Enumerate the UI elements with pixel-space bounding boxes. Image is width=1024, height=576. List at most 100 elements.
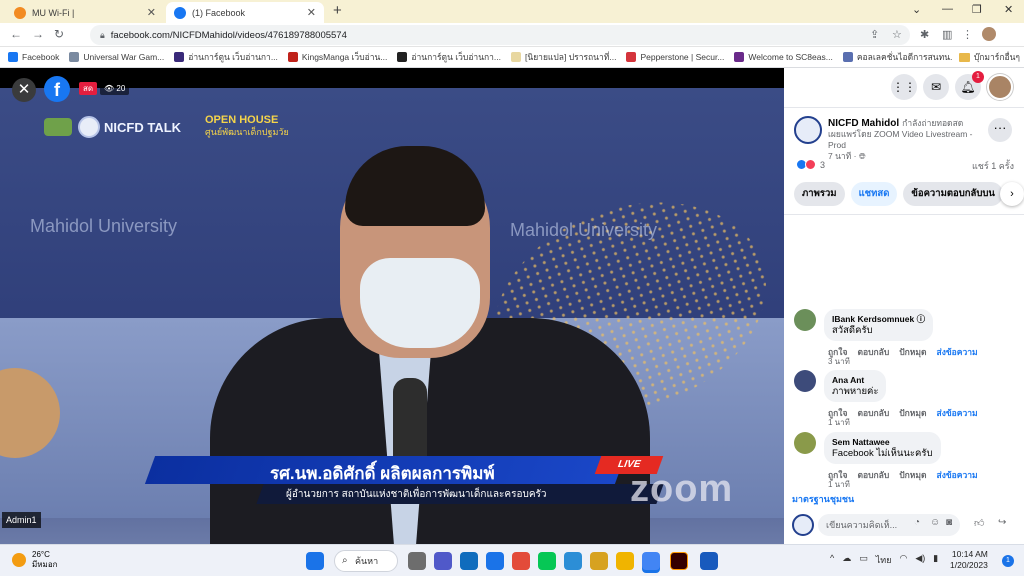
- send-message-link[interactable]: ส่งข้อความ: [937, 345, 978, 359]
- chevron-down-icon[interactable]: ⌄: [912, 3, 921, 16]
- backdrop-text: Mahidol University: [510, 220, 658, 240]
- tab-mu-wifi[interactable]: MU Wi-Fi | ✕: [6, 2, 164, 23]
- new-tab-button[interactable]: +: [333, 2, 342, 19]
- bookmark-item[interactable]: Universal War Gam...: [69, 52, 164, 62]
- line-icon[interactable]: [538, 552, 556, 570]
- close-tab-icon[interactable]: ✕: [147, 6, 156, 19]
- clock[interactable]: 10:14 AM 1/20/2023: [950, 549, 988, 571]
- reply-link[interactable]: ตอบกลับ: [857, 468, 889, 482]
- word-icon[interactable]: [700, 552, 718, 570]
- chat-site-icon: [842, 52, 853, 62]
- facebook-logo-icon[interactable]: f: [44, 76, 70, 102]
- task-view-icon[interactable]: [408, 552, 426, 570]
- url-text: facebook.com/NICFDMahidol/videos/4761897…: [110, 29, 347, 41]
- speaker-title: ผู้อำนวยการ สถาบันแห่งชาติเพื่อการพัฒนาเ…: [286, 489, 547, 500]
- close-window-icon[interactable]: ✕: [1004, 3, 1013, 16]
- bookmark-item[interactable]: Welcome to SC8eas...: [734, 52, 833, 62]
- menu-grid-icon[interactable]: ⋮⋮: [891, 74, 917, 100]
- share-count[interactable]: แชร์ 1 ครั้ง: [972, 159, 1014, 173]
- edge-icon[interactable]: [564, 552, 582, 570]
- bookmark-item[interactable]: อ่านการ์ตูน เว็บอ่านกา...: [397, 50, 501, 64]
- account-avatar[interactable]: [987, 74, 1013, 100]
- back-icon[interactable]: ←: [10, 27, 22, 41]
- send-message-link[interactable]: ส่งข้อความ: [937, 468, 978, 482]
- restore-icon[interactable]: ❐: [972, 3, 982, 16]
- file-explorer-icon[interactable]: [616, 552, 634, 570]
- start-icon[interactable]: [306, 552, 324, 570]
- live-video-player[interactable]: Mahidol University Mahidol University รศ…: [0, 68, 784, 544]
- other-bookmarks-folder[interactable]: บุ๊กมาร์กอื่นๆ: [952, 50, 1020, 64]
- reload-icon[interactable]: ↻: [54, 27, 64, 41]
- tab-facebook[interactable]: (1) Facebook ✕: [166, 2, 324, 23]
- bookmark-item[interactable]: อ่านการ์ตูน เว็บอ่านกา...: [174, 50, 278, 64]
- bookmarks-bar: Facebook Universal War Gam... อ่านการ์ตู…: [0, 47, 1024, 68]
- share-icon[interactable]: ⇪: [870, 28, 879, 41]
- reply-link[interactable]: ตอบกลับ: [857, 406, 889, 420]
- taskbar-search[interactable]: ⌕ ค้นหา: [334, 550, 398, 572]
- commenter-avatar[interactable]: [794, 370, 816, 392]
- forward-icon[interactable]: →: [32, 27, 44, 41]
- commenter-name[interactable]: Sem Nattawee: [832, 436, 933, 448]
- commenter-name[interactable]: IBank Kerdsomnuek ⓘ: [832, 313, 925, 325]
- bookmark-item[interactable]: Facebook: [8, 52, 59, 62]
- community-standards-link[interactable]: มาตรฐานชุมชน: [792, 492, 854, 506]
- sticker-icon[interactable]: ◔: [914, 517, 920, 528]
- weather-widget[interactable]: 26°C มีหมอก: [12, 550, 57, 570]
- tab-replies[interactable]: ข้อความตอบกลับบน: [903, 182, 1003, 206]
- pin-link[interactable]: ปักหมุด: [899, 406, 926, 420]
- chevron-right-icon[interactable]: ›: [1000, 182, 1024, 206]
- bookmark-item[interactable]: คอลเลคชั่นไอดีการสนทน...: [842, 50, 957, 64]
- illustrator-icon[interactable]: [670, 552, 688, 570]
- cloud-icon[interactable]: ☁: [842, 553, 851, 567]
- bookmark-item[interactable]: KingsManga เว็บอ่าน...: [287, 50, 387, 64]
- language-indicator[interactable]: ไทย: [876, 553, 892, 567]
- extensions-icon[interactable]: ✱: [920, 28, 929, 41]
- comment-text: Facebook ไม่เห็นนะครับ: [832, 448, 933, 459]
- pin-link[interactable]: ปักหมุด: [899, 345, 926, 359]
- publisher: เผยแพร่โดย ZOOM Video Livestream - Prod: [828, 129, 973, 150]
- notification-center-icon[interactable]: 1: [1002, 555, 1014, 567]
- like-thumb-icon[interactable]: 👍︎: [974, 517, 984, 529]
- menu-dots-icon[interactable]: ⋮: [962, 28, 973, 41]
- tab-live-chat[interactable]: แชทสด: [850, 182, 898, 206]
- send-message-link[interactable]: ส่งข้อความ: [937, 406, 978, 420]
- address-bar[interactable]: 🔒︎ facebook.com/NICFDMahidol/videos/4761…: [90, 25, 910, 45]
- chrome-icon[interactable]: [642, 552, 660, 570]
- comment-bubble: IBank Kerdsomnuek ⓘ สวัสดีครับ: [824, 309, 934, 341]
- bookmark-item[interactable]: [นิยายแปล] ปรารถนาที่...: [511, 50, 616, 64]
- reaction-summary[interactable]: 3: [796, 159, 825, 170]
- clock-date: 1/20/2023: [950, 560, 988, 570]
- help-icon[interactable]: [486, 552, 504, 570]
- profile-avatar[interactable]: [982, 27, 996, 41]
- chevron-up-icon[interactable]: ^: [830, 553, 834, 567]
- reply-link[interactable]: ตอบกลับ: [857, 345, 889, 359]
- tab-overview[interactable]: ภาพรวม: [794, 182, 845, 206]
- app-icon[interactable]: [512, 552, 530, 570]
- mail-icon[interactable]: [460, 552, 478, 570]
- commenter-avatar[interactable]: [794, 432, 816, 454]
- page-avatar[interactable]: [794, 116, 822, 144]
- teams-icon[interactable]: [434, 552, 452, 570]
- camera-icon[interactable]: ◙: [946, 517, 952, 528]
- bookmark-star-icon[interactable]: ☆: [892, 28, 902, 41]
- close-tab-icon[interactable]: ✕: [307, 6, 316, 19]
- minimize-icon[interactable]: —: [942, 3, 953, 15]
- messenger-icon[interactable]: ✉: [923, 74, 949, 100]
- pin-link[interactable]: ปักหมุด: [899, 468, 926, 482]
- more-options-button[interactable]: ···: [988, 118, 1012, 142]
- network-drive-icon[interactable]: ▭: [859, 553, 868, 567]
- emoji-icon[interactable]: ☺: [930, 517, 940, 528]
- commenter-name[interactable]: Ana Ant: [832, 374, 878, 386]
- bookmark-item[interactable]: Pepperstone | Secur...: [626, 52, 724, 62]
- speaker-icon[interactable]: ◀): [915, 553, 925, 567]
- facebook-icon: [8, 52, 18, 62]
- battery-icon[interactable]: ▮: [933, 553, 938, 567]
- commenter-avatar[interactable]: [794, 309, 816, 331]
- wifi-icon[interactable]: ◠: [899, 553, 907, 567]
- share-arrow-icon[interactable]: ↪: [998, 517, 1006, 528]
- viewer-count: 👁︎ 20: [100, 82, 130, 95]
- sidebar-icon[interactable]: ▥: [942, 28, 952, 41]
- close-video-button[interactable]: ✕: [12, 78, 36, 102]
- page-name[interactable]: NICFD Mahidol: [828, 118, 899, 129]
- store-icon[interactable]: [590, 552, 608, 570]
